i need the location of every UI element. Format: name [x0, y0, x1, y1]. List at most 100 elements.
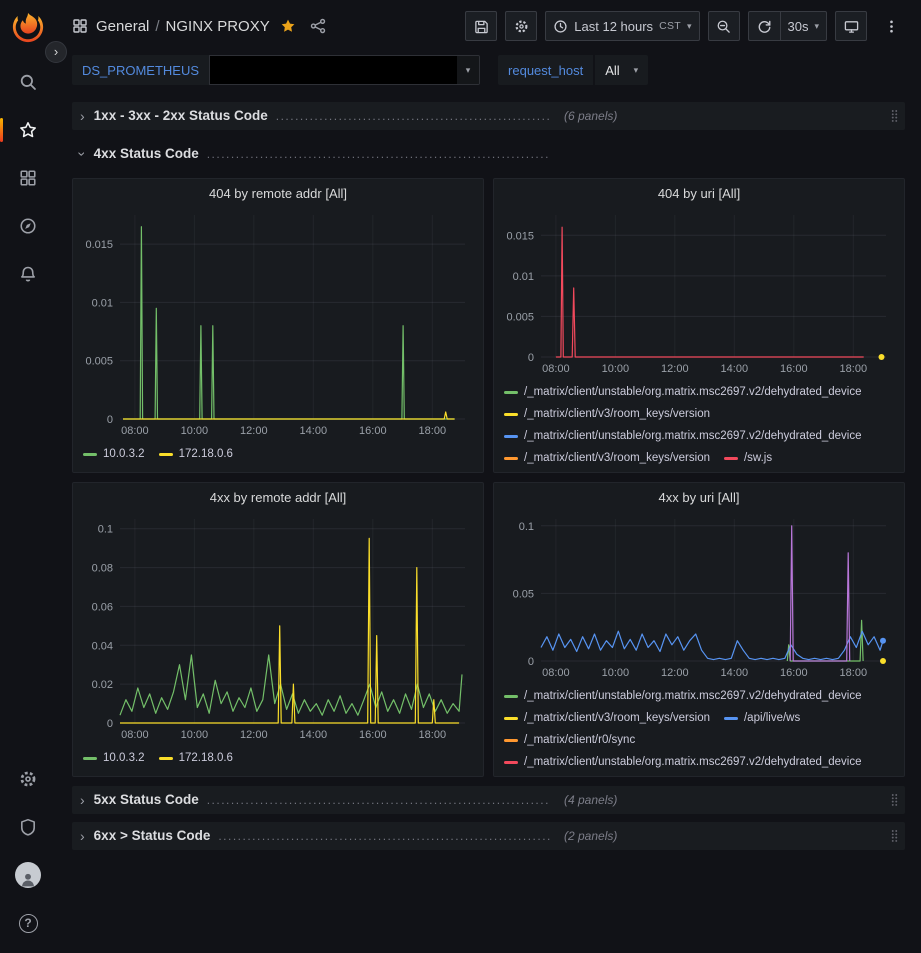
row-drag-handle[interactable] [890, 829, 899, 843]
datasource-select[interactable]: ▾ [209, 55, 480, 85]
dashboard-grid-icon [72, 18, 88, 34]
favorite-star-icon[interactable] [280, 18, 296, 34]
dashboard-settings-button[interactable] [505, 11, 537, 41]
request-host-selected-value: All [605, 63, 619, 78]
legend-item[interactable]: /_matrix/client/unstable/org.matrix.msc2… [504, 755, 862, 769]
time-series-graph[interactable]: 08:0010:0012:0014:0016:0018:0000.0050.01… [73, 207, 483, 442]
legend-item[interactable]: 10.0.3.2 [83, 447, 145, 461]
svg-text:0.015: 0.015 [85, 239, 113, 251]
breadcrumb-folder[interactable]: General [96, 18, 149, 35]
refresh-icon [757, 19, 772, 34]
row-drag-handle[interactable] [890, 793, 899, 807]
legend-item[interactable]: /_matrix/client/r0/sync [504, 733, 635, 747]
svg-text:0.06: 0.06 [92, 601, 113, 613]
settings-gear-icon[interactable] [8, 759, 48, 799]
svg-text:18:00: 18:00 [840, 667, 868, 679]
panel-legend: 10.0.3.2 172.18.0.6 [73, 442, 483, 472]
help-icon[interactable]: ? [8, 903, 48, 943]
legend-item[interactable]: /sw.js [724, 451, 772, 465]
legend-item[interactable]: /_matrix/client/unstable/org.matrix.msc2… [504, 689, 862, 703]
monitor-icon [844, 19, 859, 34]
grafana-logo[interactable] [11, 10, 45, 44]
legend-series-name: 172.18.0.6 [179, 447, 233, 461]
svg-text:16:00: 16:00 [780, 363, 808, 375]
legend-item[interactable]: /_matrix/client/v3/room_keys/version [504, 711, 710, 725]
starred-icon[interactable] [8, 110, 48, 150]
legend-series-name: 10.0.3.2 [103, 751, 145, 765]
explore-icon[interactable] [8, 206, 48, 246]
row-5xx[interactable]: › 5xx Status Code ......................… [72, 786, 905, 814]
panel-legend: /_matrix/client/unstable/org.matrix.msc2… [494, 380, 904, 472]
request-host-select[interactable]: All ▾ [595, 55, 648, 85]
row-4xx[interactable]: › 4xx Status Code ......................… [72, 140, 905, 168]
server-admin-shield-icon[interactable] [8, 807, 48, 847]
caret-down-icon: ▾ [457, 56, 479, 84]
svg-text:14:00: 14:00 [300, 729, 328, 741]
svg-text:0.1: 0.1 [98, 524, 113, 536]
svg-text:08:00: 08:00 [121, 729, 149, 741]
time-series-graph[interactable]: 08:0010:0012:0014:0016:0018:0000.0050.01… [494, 207, 904, 380]
dotted-leader: ........................................… [207, 793, 550, 807]
svg-text:12:00: 12:00 [661, 363, 689, 375]
dashboard-canvas: › 1xx - 3xx - 2xx Status Code ..........… [56, 94, 921, 953]
save-dashboard-button[interactable] [465, 11, 497, 41]
breadcrumb-dashboard-title[interactable]: NGINX PROXY [166, 18, 270, 35]
sidebar-expand-button[interactable]: › [45, 41, 67, 63]
legend-series-marker [504, 695, 518, 698]
svg-text:0.01: 0.01 [92, 297, 113, 309]
legend-item[interactable]: 172.18.0.6 [159, 751, 233, 765]
datasource-selected-value [210, 56, 457, 84]
legend-series-marker [724, 717, 738, 720]
legend-series-name: /_matrix/client/r0/sync [524, 733, 635, 747]
legend-series-name: 172.18.0.6 [179, 751, 233, 765]
legend-item[interactable]: 10.0.3.2 [83, 751, 145, 765]
search-icon[interactable] [8, 62, 48, 102]
refresh-button[interactable] [748, 11, 780, 41]
panel-title[interactable]: 404 by uri [All] [494, 179, 904, 207]
svg-text:12:00: 12:00 [240, 729, 268, 741]
more-options-button[interactable] [875, 11, 907, 41]
chevron-down-icon: › [74, 152, 90, 157]
legend-item[interactable]: /api/live/ws [724, 711, 800, 725]
time-range-picker[interactable]: Last 12 hours CST ▾ [545, 11, 699, 41]
time-series-graph[interactable]: 08:0010:0012:0014:0016:0018:0000.020.040… [73, 511, 483, 746]
svg-text:18:00: 18:00 [840, 363, 868, 375]
svg-text:0.02: 0.02 [92, 679, 113, 691]
refresh-interval-button[interactable]: 30s ▾ [780, 11, 828, 41]
request-host-variable: request_host All ▾ [498, 55, 648, 85]
panel-title[interactable]: 4xx by uri [All] [494, 483, 904, 511]
alerting-bell-icon[interactable] [8, 254, 48, 294]
legend-series-marker [159, 453, 173, 456]
chevron-right-icon: › [80, 792, 85, 808]
legend-item[interactable]: 172.18.0.6 [159, 447, 233, 461]
panel-title[interactable]: 404 by remote addr [All] [73, 179, 483, 207]
legend-series-marker [724, 457, 738, 460]
dashboards-icon[interactable] [8, 158, 48, 198]
legend-series-name: /_matrix/client/unstable/org.matrix.msc2… [524, 429, 862, 443]
datasource-variable: DS_PROMETHEUS ▾ [72, 55, 480, 85]
time-series-graph[interactable]: 08:0010:0012:0014:0016:0018:0000.050.1 [494, 511, 904, 684]
share-icon[interactable] [310, 18, 326, 34]
legend-item[interactable]: /_matrix/client/v3/room_keys/version [504, 407, 710, 421]
panel-404-by-uri: 404 by uri [All] 08:0010:0012:0014:0016:… [493, 178, 905, 473]
tv-mode-button[interactable] [835, 11, 867, 41]
legend-series-marker [504, 717, 518, 720]
row-6xx[interactable]: › 6xx > Status Code ....................… [72, 822, 905, 850]
row-drag-handle[interactable] [890, 109, 899, 123]
svg-text:14:00: 14:00 [721, 363, 749, 375]
user-avatar[interactable] [8, 855, 48, 895]
panel-title[interactable]: 4xx by remote addr [All] [73, 483, 483, 511]
row-1xx-3xx-2xx[interactable]: › 1xx - 3xx - 2xx Status Code ..........… [72, 102, 905, 130]
refresh-interval-label: 30s [788, 19, 809, 34]
svg-text:10:00: 10:00 [181, 729, 209, 741]
legend-item[interactable]: /_matrix/client/v3/room_keys/version [504, 451, 710, 465]
clock-icon [553, 19, 568, 34]
save-icon [474, 19, 489, 34]
refresh-picker: 30s ▾ [748, 11, 828, 41]
sidebar: ? [0, 0, 56, 953]
legend-item[interactable]: /_matrix/client/unstable/org.matrix.msc2… [504, 429, 862, 443]
legend-item[interactable]: /_matrix/client/unstable/org.matrix.msc2… [504, 385, 862, 399]
svg-text:0: 0 [528, 352, 534, 364]
avatar-image [15, 862, 41, 888]
zoom-out-time-button[interactable] [708, 11, 740, 41]
